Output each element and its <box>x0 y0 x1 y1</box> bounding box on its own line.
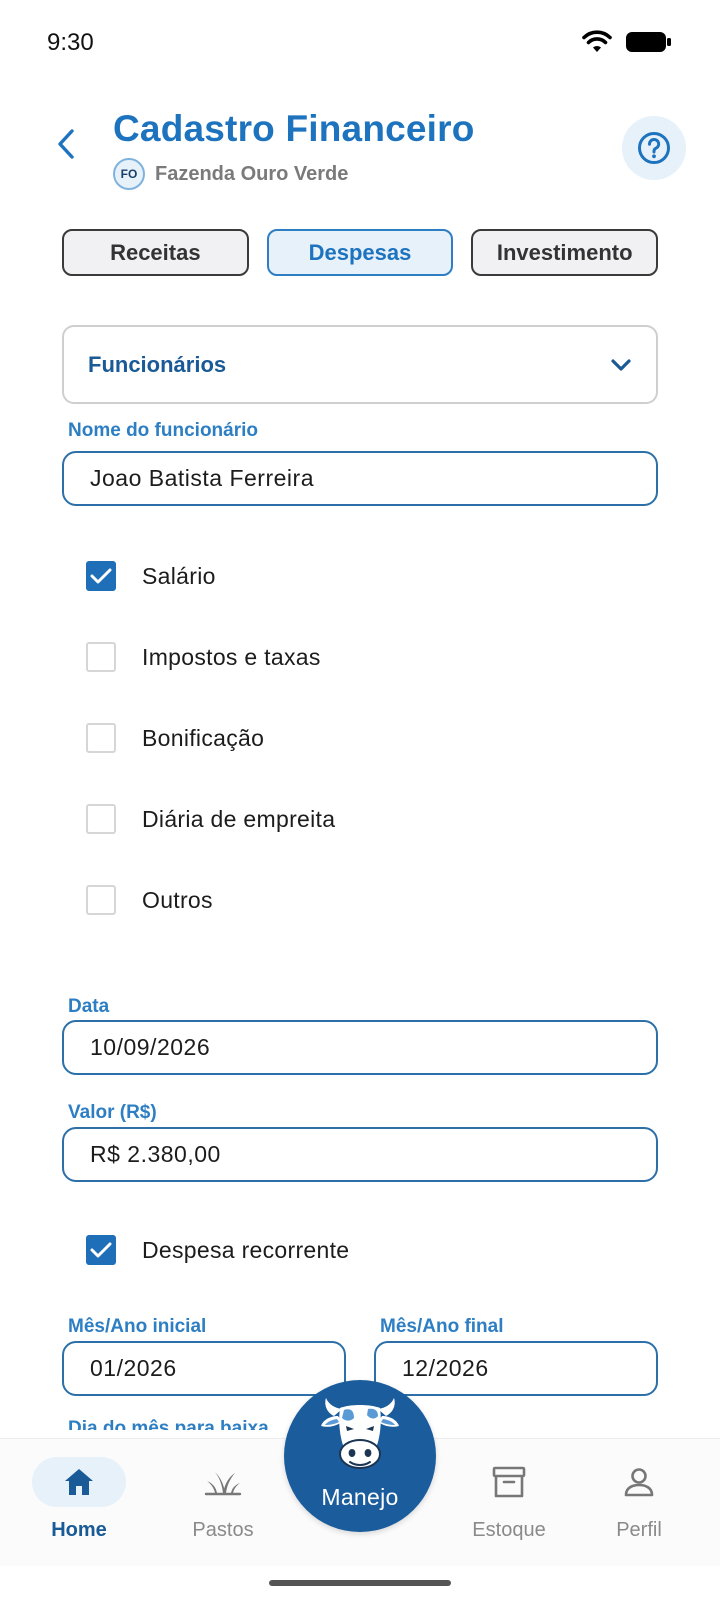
checkbox-recorrente-label: Despesa recorrente <box>142 1236 350 1263</box>
farm-avatar: FO <box>113 158 145 190</box>
nav-perfil[interactable]: Perfil <box>579 1457 699 1553</box>
battery-icon <box>626 32 671 52</box>
finance-tabs: Receitas Despesas Investimento <box>62 229 659 276</box>
end-month-label: Mês/Ano final <box>380 1316 504 1337</box>
start-month-input[interactable]: 01/2026 <box>62 1341 346 1396</box>
chevron-left-icon <box>58 129 74 159</box>
date-label: Data <box>68 996 110 1017</box>
back-button[interactable] <box>44 122 88 166</box>
archive-icon <box>492 1466 526 1498</box>
status-bar: 9:30 <box>0 0 720 90</box>
chevron-down-icon <box>611 358 631 371</box>
home-indicator <box>269 1580 451 1586</box>
date-input[interactable]: 10/09/2026 <box>62 1020 658 1075</box>
checkbox-salario-label: Salário <box>142 562 216 589</box>
checkbox-salario-box[interactable] <box>86 561 116 591</box>
nav-pastos[interactable]: Pastos <box>163 1457 283 1553</box>
checkbox-diaria-box[interactable] <box>86 804 116 834</box>
nav-perfil-label: Perfil <box>616 1519 662 1541</box>
nav-estoque-label: Estoque <box>472 1519 546 1541</box>
date-value: 10/09/2026 <box>90 1034 211 1060</box>
due-day-label: Dia do mês para baixa <box>68 1418 269 1430</box>
employee-name-label: Nome do funcionário <box>68 420 258 441</box>
home-icon <box>65 1469 93 1495</box>
wifi-icon <box>582 30 612 52</box>
status-icons <box>582 30 672 54</box>
start-month-value: 01/2026 <box>90 1355 177 1381</box>
page-header: Cadastro Financeiro FO Fazenda Ouro Verd… <box>0 100 720 200</box>
end-month-input[interactable]: 12/2026 <box>374 1341 658 1396</box>
checkbox-impostos[interactable]: Impostos e taxas <box>86 642 321 672</box>
checkbox-outros-box[interactable] <box>86 885 116 915</box>
nav-estoque[interactable]: Estoque <box>449 1457 569 1553</box>
nav-home[interactable]: Home <box>19 1457 139 1553</box>
help-icon <box>638 132 670 164</box>
checkbox-outros-label: Outros <box>142 886 213 913</box>
checkbox-diaria[interactable]: Diária de empreita <box>86 804 335 834</box>
grass-icon <box>204 1472 242 1496</box>
person-icon <box>624 1468 654 1497</box>
page-title: Cadastro Financeiro <box>113 108 475 149</box>
checkbox-recorrente[interactable]: Despesa recorrente <box>86 1235 349 1265</box>
nav-pastos-label: Pastos <box>192 1519 254 1541</box>
tab-despesas[interactable]: Despesas <box>266 229 454 276</box>
checkbox-impostos-box[interactable] <box>86 642 116 672</box>
status-time: 9:30 <box>47 29 94 56</box>
manejo-button[interactable]: Manejo <box>284 1380 436 1532</box>
amount-label: Valor (R$) <box>68 1102 157 1123</box>
employee-name-input[interactable]: Joao Batista Ferreira <box>62 451 658 506</box>
employee-name-value: Joao Batista Ferreira <box>90 465 314 491</box>
tab-receitas[interactable]: Receitas <box>62 229 249 276</box>
checkbox-bonificacao-box[interactable] <box>86 723 116 753</box>
start-month-label: Mês/Ano inicial <box>68 1316 207 1337</box>
checkbox-recorrente-box[interactable] <box>86 1235 116 1265</box>
amount-input[interactable]: R$ 2.380,00 <box>62 1127 658 1182</box>
category-select-value: Funcionários <box>88 351 227 377</box>
manejo-label: Manejo <box>321 1484 399 1510</box>
checkbox-bonificacao[interactable]: Bonificação <box>86 723 264 753</box>
end-month-value: 12/2026 <box>402 1355 489 1381</box>
checkbox-salario[interactable]: Salário <box>86 561 216 591</box>
help-button[interactable] <box>622 116 686 180</box>
nav-home-label: Home <box>51 1519 107 1541</box>
cow-icon <box>321 1398 399 1469</box>
tab-investimento[interactable]: Investimento <box>471 229 659 276</box>
farm-name: Fazenda Ouro Verde <box>155 162 349 185</box>
checkbox-impostos-label: Impostos e taxas <box>142 643 321 670</box>
checkbox-diaria-label: Diária de empreita <box>142 805 336 832</box>
category-select[interactable]: Funcionários <box>62 325 658 404</box>
check-icon <box>90 1242 112 1258</box>
checkbox-outros[interactable]: Outros <box>86 885 213 915</box>
farm-selector[interactable]: FO Fazenda Ouro Verde <box>113 158 348 190</box>
amount-value: R$ 2.380,00 <box>90 1141 221 1167</box>
checkbox-bonificacao-label: Bonificação <box>142 724 265 751</box>
check-icon <box>90 568 112 584</box>
